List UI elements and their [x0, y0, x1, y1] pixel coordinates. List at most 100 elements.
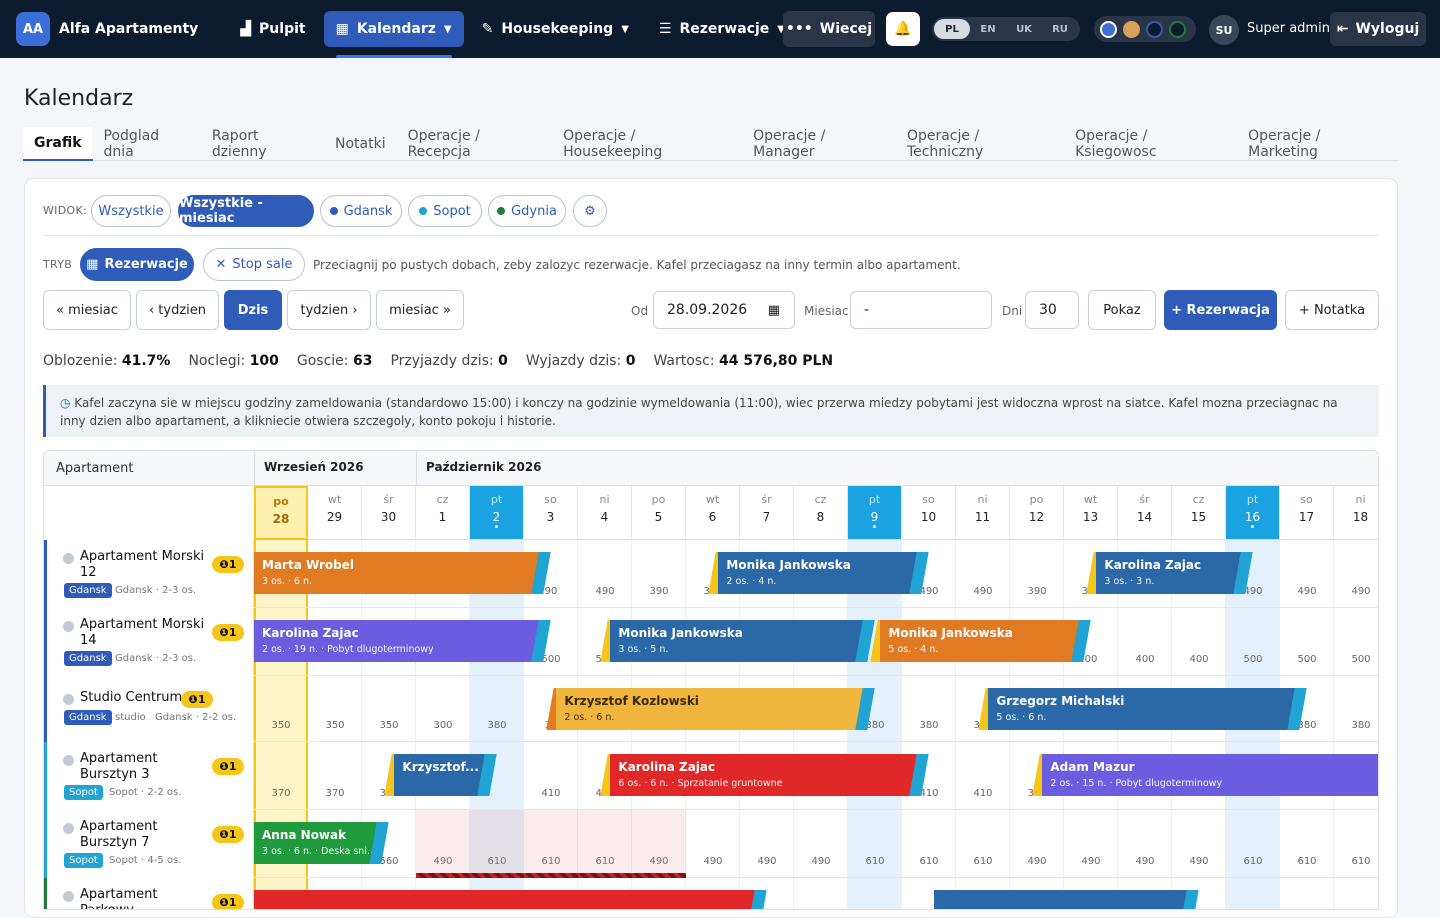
day-header[interactable]: po 5 [632, 486, 686, 540]
night-price[interactable]: 490 [740, 856, 794, 867]
stop-sale-cell[interactable] [470, 810, 524, 878]
lang-ru[interactable]: RU [1042, 19, 1078, 39]
apartment-cell[interactable]: Apartament Parkowy❶ 1 [44, 878, 254, 909]
stop-sale-cell[interactable] [524, 810, 578, 878]
show-button[interactable]: Pokaz [1088, 290, 1156, 330]
apartment-cell[interactable]: Apartament Morski 12 ❶ 1 Gdansk Gdansk · 2-… [44, 540, 254, 608]
apartment-cell[interactable]: Apartament Bursztyn 3❶ 1 Sopot Sopot · 2-2… [44, 742, 254, 810]
night-price[interactable]: 400 [1118, 654, 1172, 665]
day-header[interactable]: so 10 [902, 486, 956, 540]
brand-name[interactable]: Alfa Apartamenty [59, 21, 198, 37]
night-price[interactable]: 610 [1334, 856, 1378, 867]
apartment-name[interactable]: Apartament Morski 14 [80, 617, 215, 649]
night-price[interactable]: 490 [578, 586, 632, 597]
night-price[interactable]: 490 [1172, 856, 1226, 867]
day-header[interactable]: so 3 [524, 486, 578, 540]
apartment-cell[interactable]: Apartament Morski 14 ❶ 1 Gdansk Gdansk · 2-… [44, 608, 254, 676]
apartment-name[interactable]: Apartament Parkowy [80, 887, 215, 909]
day-header[interactable]: śr 30 [362, 486, 416, 540]
stop-sale-cell[interactable] [632, 810, 686, 878]
night-price[interactable]: 390 [1010, 586, 1064, 597]
day-header[interactable]: po 12 [1010, 486, 1064, 540]
reservation-tile[interactable]: Grzegorz Michalski 5 os. · 6 n. [988, 688, 1297, 730]
apartment-name[interactable]: Apartament Bursztyn 7 [80, 819, 215, 851]
view-gdynia[interactable]: Gdynia [488, 195, 566, 227]
theme-blue[interactable] [1100, 20, 1117, 38]
nav-pulpit[interactable]: ▟ Pulpit [228, 11, 317, 47]
tab-operacje-manager[interactable]: Operacje / Manager [742, 127, 896, 161]
night-price[interactable]: 490 [794, 856, 848, 867]
tab-operacje-marketing[interactable]: Operacje / Marketing [1237, 127, 1399, 161]
prev-week-button[interactable]: ‹ tydzien [136, 290, 219, 330]
tab-notatki[interactable]: Notatki [324, 127, 397, 161]
reservation-tile[interactable]: Marta Wrobel 3 os. · 6 n. [254, 552, 541, 594]
view-all[interactable]: Wszystkie [91, 195, 171, 227]
day-header[interactable]: śr 14 [1118, 486, 1172, 540]
from-date-input[interactable]: 28.09.2026 ▦ [653, 291, 795, 329]
add-reservation-button[interactable]: + Rezerwacja [1164, 290, 1277, 330]
view-all-month[interactable]: Wszystkie - miesiac [178, 195, 314, 227]
lang-uk[interactable]: UK [1006, 19, 1042, 39]
tab-grafik[interactable]: Grafik [23, 127, 93, 161]
day-header[interactable]: pt 16 • [1226, 486, 1280, 540]
view-gdansk[interactable]: Gdansk [320, 195, 402, 227]
night-price[interactable]: 610 [1280, 856, 1334, 867]
night-price[interactable]: 500 [1226, 654, 1280, 665]
tab-raport-dzienny[interactable]: Raport dzienny [201, 127, 324, 161]
lang-pl[interactable]: PL [934, 19, 970, 39]
night-price[interactable]: 370 [308, 788, 362, 799]
reservation-tile[interactable] [254, 890, 757, 909]
reservation-tile[interactable]: Anna Nowak 3 os. · 6 n. · Deska sni... [254, 822, 379, 864]
tab-operacje-ksiegowosc[interactable]: Operacje / Ksiegowosc [1064, 127, 1237, 161]
alert-count-badge[interactable]: ❶ 1 [212, 894, 244, 909]
stop-sale-cell[interactable] [578, 810, 632, 878]
stop-sale-cell[interactable] [416, 810, 470, 878]
night-price[interactable]: 490 [956, 586, 1010, 597]
day-header[interactable]: ni 18 [1334, 486, 1378, 540]
day-header[interactable]: pt 9 • [848, 486, 902, 540]
mode-stop-sale[interactable]: ✕ Stop sale [203, 248, 305, 281]
day-header[interactable]: wt 29 [308, 486, 362, 540]
night-price[interactable]: 390 [632, 586, 686, 597]
theme-green[interactable] [1169, 20, 1186, 38]
avatar[interactable]: SU [1209, 15, 1239, 45]
nav-kalendarz[interactable]: ▦ Kalendarz ▼ [323, 11, 464, 58]
day-header[interactable]: cz 8 [794, 486, 848, 540]
day-header[interactable]: wt 6 [686, 486, 740, 540]
reservation-tile[interactable] [934, 890, 1189, 909]
night-price[interactable]: 380 [1334, 720, 1378, 731]
apartment-name[interactable]: Apartament Bursztyn 3 [80, 751, 215, 783]
app-logo[interactable]: AA [16, 12, 50, 46]
reservation-tile[interactable]: Karolina Zajac 3 os. · 3 n. [1096, 552, 1243, 594]
nav-rezerwacje[interactable]: ☰ Rezerwacje ▼ [647, 11, 797, 47]
next-month-button[interactable]: miesiac » [376, 290, 464, 330]
night-price[interactable]: 610 [956, 856, 1010, 867]
alert-count-badge[interactable]: ❶ 1 [181, 691, 213, 708]
more-menu-button[interactable]: ••• Wiecej [783, 11, 875, 47]
night-price[interactable]: 490 [1334, 586, 1378, 597]
tab-operacje-housekeeping[interactable]: Operacje / Housekeeping [552, 127, 742, 161]
logout-button[interactable]: ⇤ Wyloguj [1330, 12, 1426, 46]
next-week-button[interactable]: tydzien › [287, 290, 371, 330]
notifications-button[interactable]: 🔔 [886, 12, 920, 46]
apartment-cell[interactable]: Studio Centrum 5❶ 1 Gdansk studio Gdansk · … [44, 676, 254, 742]
prev-month-button[interactable]: « miesiac [43, 290, 131, 330]
today-button[interactable]: Dzis [224, 290, 282, 330]
night-price[interactable]: 610 [848, 856, 902, 867]
night-price[interactable]: 490 [686, 856, 740, 867]
view-sopot[interactable]: Sopot [408, 195, 482, 227]
day-header[interactable]: pt 2 • [470, 486, 524, 540]
night-price[interactable]: 380 [902, 720, 956, 731]
theme-navy[interactable] [1146, 20, 1163, 38]
night-price[interactable]: 400 [1172, 654, 1226, 665]
apartment-cell[interactable]: Apartament Bursztyn 7❶ 1 Sopot Sopot · 4-5… [44, 810, 254, 878]
reservation-tile[interactable]: Monika Jankowska 2 os. · 4 n. [718, 552, 919, 594]
reservation-tile[interactable]: Karolina Zajac 2 os. · 19 n. · Pobyt dlug… [254, 620, 541, 662]
night-price[interactable]: 610 [902, 856, 956, 867]
day-header[interactable]: so 17 [1280, 486, 1334, 540]
night-price[interactable]: 380 [470, 720, 524, 731]
month-input[interactable]: - [850, 291, 992, 329]
reservation-tile[interactable]: Krzysztof Kozlowski 2 os. · 6 n. [556, 688, 865, 730]
theme-sand[interactable] [1123, 20, 1140, 38]
night-price[interactable]: 300 [416, 720, 470, 731]
